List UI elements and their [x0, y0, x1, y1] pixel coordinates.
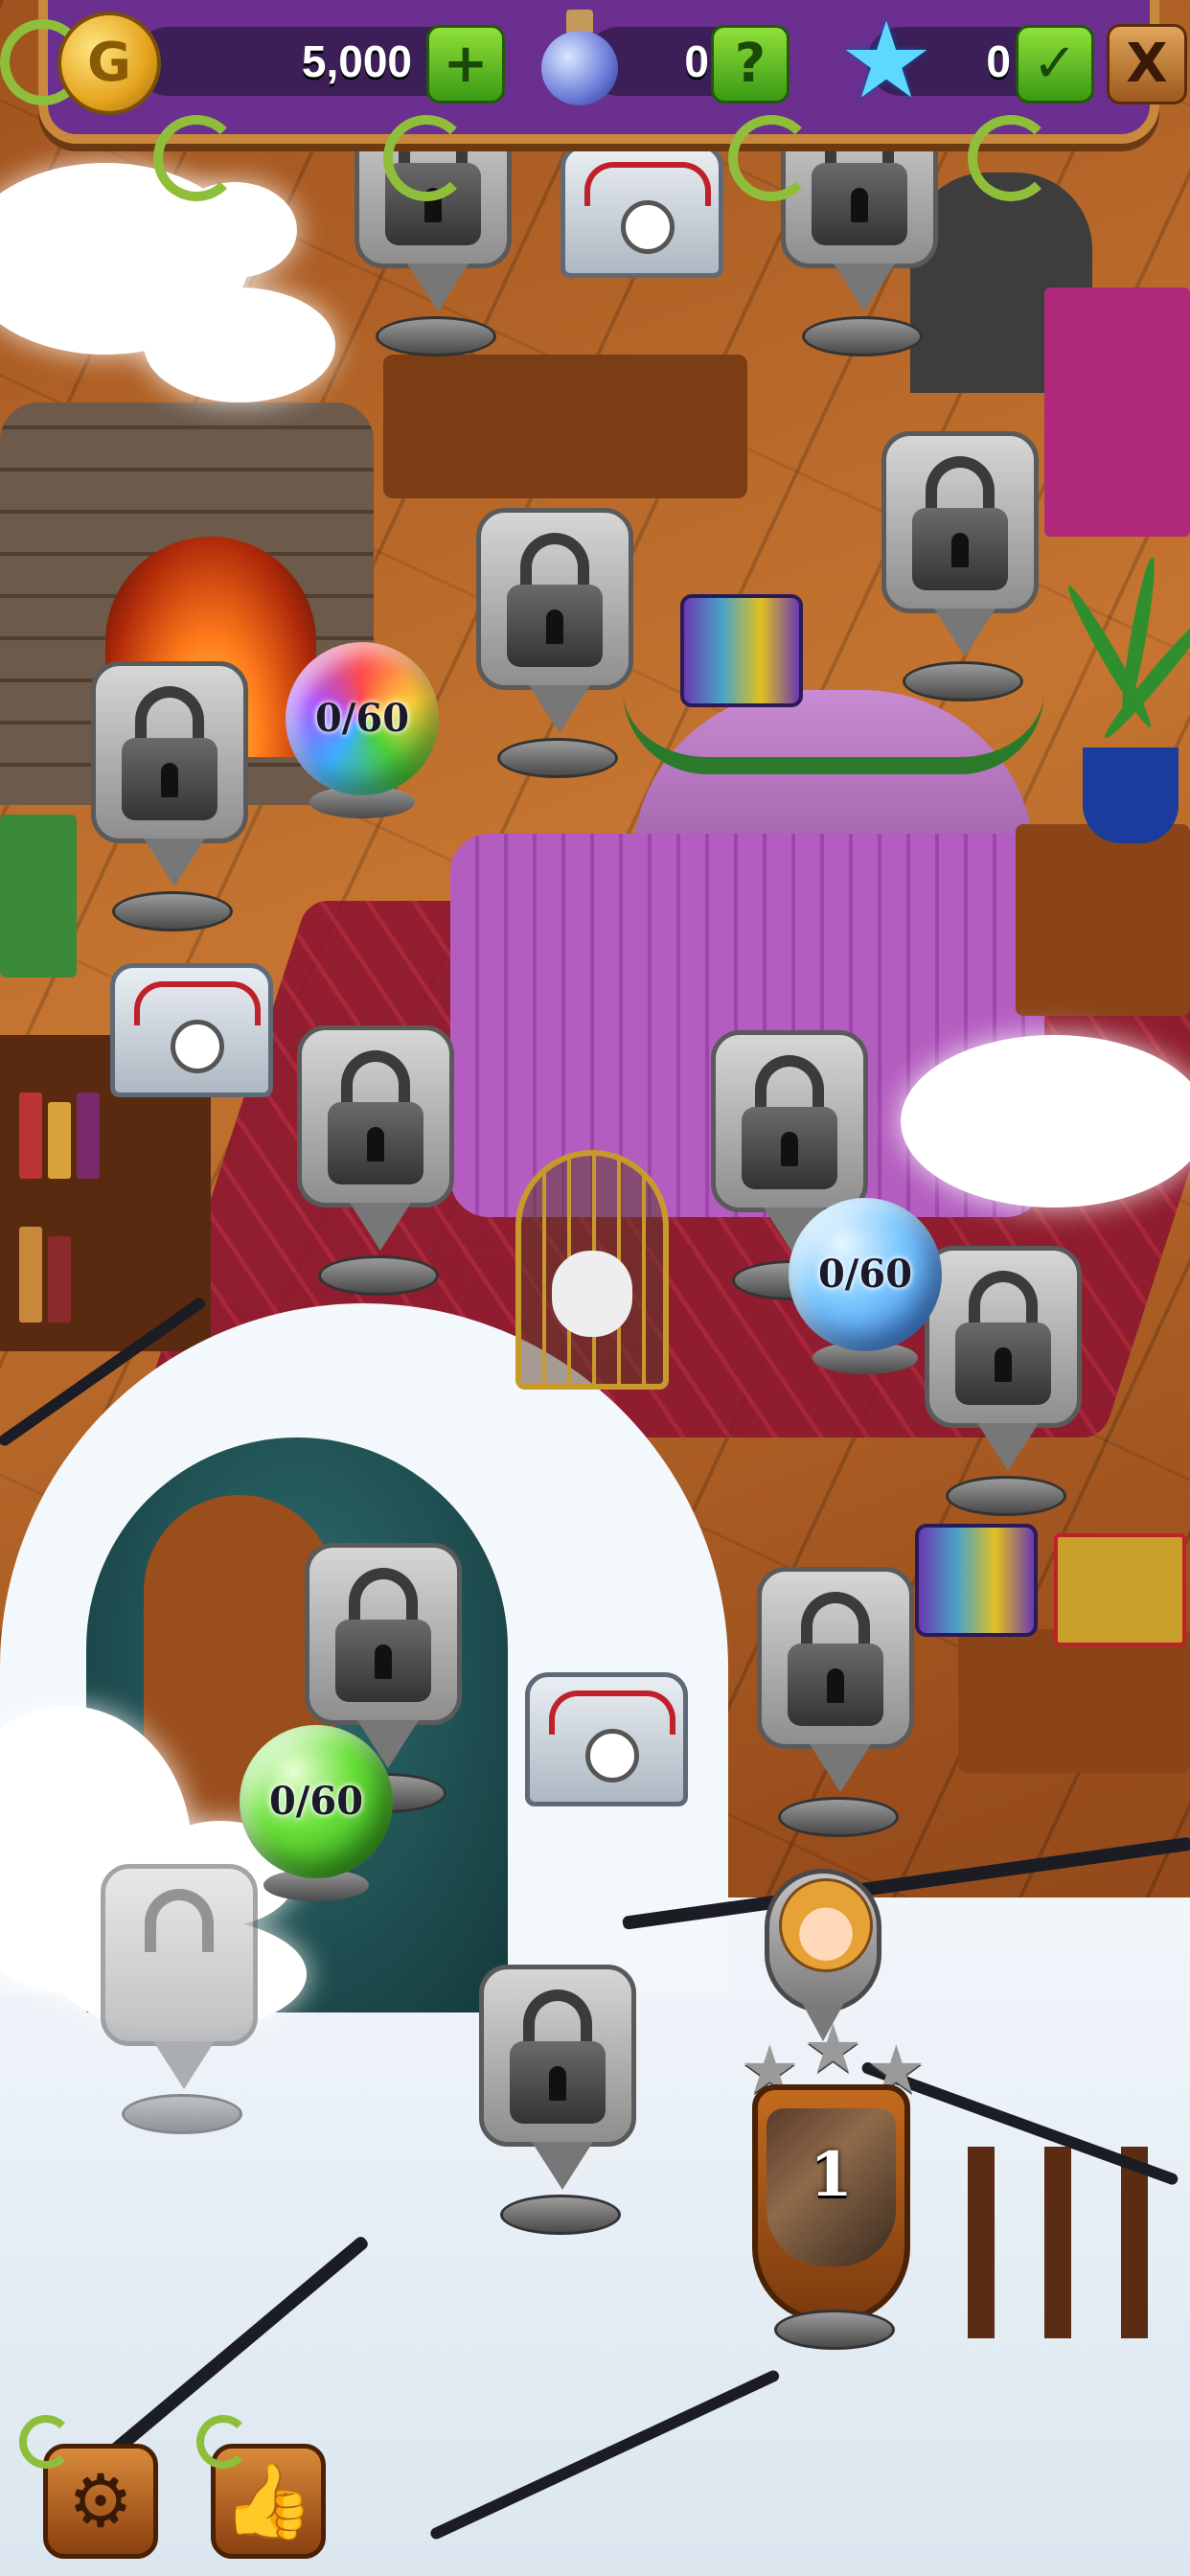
silver-chest[interactable]: [110, 963, 273, 1097]
level-pedestal: [497, 738, 618, 778]
current-level-number: 1: [810, 2139, 853, 2211]
thumbs-up-icon: 👍: [222, 2458, 314, 2543]
fence-post: [1044, 2147, 1071, 2338]
silver-chest[interactable]: [525, 1672, 688, 1806]
close-button[interactable]: X: [1107, 24, 1187, 104]
level-pedestal: [376, 316, 496, 356]
wooden-desk: [383, 355, 747, 498]
gift-box-pink: [1044, 288, 1190, 537]
potions-value: 0: [684, 36, 709, 86]
chest-lock-icon: [621, 200, 675, 254]
padlock-icon: [145, 1889, 214, 1952]
gift-box-left: [0, 815, 77, 978]
gift-table: [958, 1629, 1190, 1773]
side-table: [1016, 824, 1190, 1016]
blue-orb-challenge[interactable]: 0/60: [789, 1198, 951, 1399]
level-pedestal: [778, 1797, 899, 1837]
chest-lock-icon: [585, 1729, 639, 1782]
potion-bottle-icon: [541, 10, 618, 105]
coins-value: 5,000: [301, 36, 412, 86]
gift-box: [1054, 1533, 1186, 1646]
rainbow-orb-challenge[interactable]: 0/60: [286, 642, 448, 843]
colorful-chest[interactable]: [680, 594, 803, 707]
rainbow-orb-progress: 0/60: [286, 642, 439, 795]
level-pedestal: [946, 1476, 1066, 1516]
level-pedestal: [112, 891, 233, 932]
green-orb-progress: 0/60: [240, 1725, 393, 1878]
level-pedestal: [318, 1255, 439, 1296]
silver-chest[interactable]: [561, 144, 723, 278]
player-avatar: [779, 1878, 873, 1972]
locked-level[interactable]: [881, 431, 1039, 702]
level-pedestal: [903, 661, 1023, 702]
stars-value: 0: [986, 36, 1011, 86]
cloud: [901, 1035, 1190, 1208]
potion-help-button[interactable]: ?: [711, 25, 790, 104]
plant-pot: [1083, 748, 1179, 843]
locked-level[interactable]: [297, 1025, 454, 1296]
chest-lock-icon: [171, 1020, 224, 1073]
locked-level[interactable]: [479, 1965, 636, 2235]
gear-icon: ⚙: [67, 2458, 134, 2543]
level-pedestal: [774, 2310, 895, 2350]
cloud: [144, 288, 335, 402]
caged-owl: [552, 1251, 632, 1337]
vine-decoration: [728, 115, 814, 201]
vine-decoration: [153, 115, 240, 201]
colorful-chest[interactable]: [915, 1524, 1038, 1637]
vine-decoration: [196, 2415, 250, 2469]
gold-coin-icon: G: [57, 12, 161, 115]
blue-orb-progress: 0/60: [789, 1198, 942, 1351]
empty-star-icon: ★: [803, 2010, 863, 2088]
level-pedestal: [802, 316, 923, 356]
fence-post: [1121, 2147, 1148, 2338]
locked-level[interactable]: [476, 508, 633, 778]
vine-decoration: [383, 115, 469, 201]
level-pedestal: [122, 2094, 242, 2134]
fence-post: [968, 2147, 995, 2338]
add-coins-button[interactable]: +: [426, 25, 505, 104]
locked-level[interactable]: [91, 661, 248, 932]
level-map: 0/60 0/60 0/60 ★ ★ ★ 1 G 5,000 + 0 ? ★ 0…: [0, 0, 1190, 2576]
vine-decoration: [19, 2415, 73, 2469]
stars-confirm-button[interactable]: ✓: [1016, 25, 1094, 104]
locked-level[interactable]: [757, 1567, 914, 1837]
vine-decoration: [968, 115, 1054, 201]
level-pedestal: [500, 2195, 621, 2235]
green-orb-challenge[interactable]: 0/60: [240, 1725, 402, 1926]
locked-level-behind-cloud[interactable]: [101, 1864, 258, 2134]
